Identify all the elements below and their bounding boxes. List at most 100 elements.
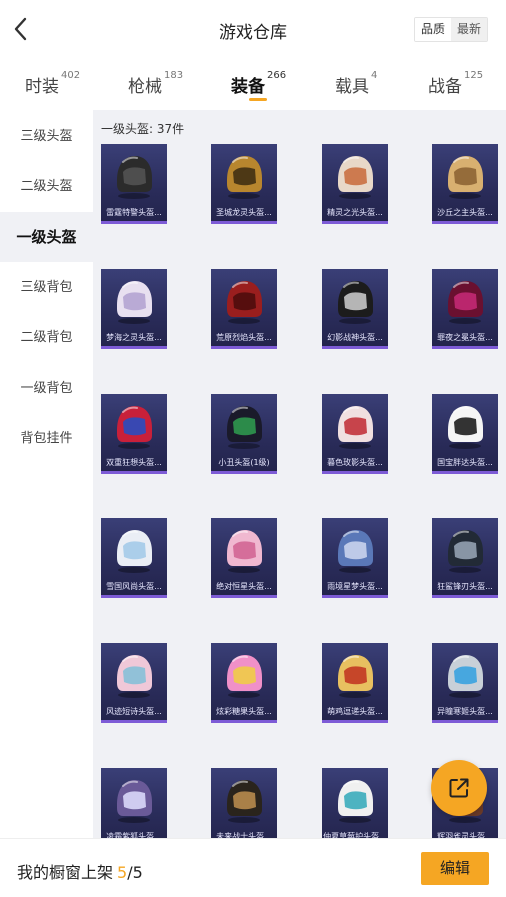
item-name: 雪国风尚头盔... <box>106 582 162 591</box>
edit-button[interactable]: 编辑 <box>421 852 489 885</box>
item-card[interactable]: 炫彩糖果头盔... <box>211 643 277 723</box>
helmet-icon <box>227 406 262 449</box>
helmet-icon <box>448 530 483 573</box>
helmet-icon <box>227 780 262 823</box>
helmet-icon <box>338 530 373 573</box>
tab-label: 载具 <box>335 77 369 97</box>
item-card[interactable]: 凌霜紫狐头盔... <box>101 768 167 840</box>
item-card[interactable]: 仲夏草莓护头盔... <box>322 768 388 840</box>
helmet-icon <box>117 530 152 573</box>
item-name: 小丑头盔(1级) <box>218 458 270 467</box>
item-card[interactable]: 沙丘之主头盔... <box>432 144 498 224</box>
item-card[interactable]: 幻影战神头盔... <box>322 269 388 349</box>
item-card[interactable]: 雨境星梦头盔... <box>322 518 388 598</box>
item-card[interactable]: 雷霆特警头盔... <box>101 144 167 224</box>
tab-count: 402 <box>61 70 81 81</box>
helmet-icon <box>117 655 152 698</box>
tab-count: 183 <box>164 70 184 81</box>
tab-equipment[interactable]: 装备266 <box>231 70 287 97</box>
showcase-label: 我的橱窗上架 <box>17 863 114 882</box>
helmet-icon <box>448 655 483 698</box>
item-name: 炫彩糖果头盔... <box>216 707 272 716</box>
helmet-icon <box>338 406 373 449</box>
helmet-icon <box>117 156 152 199</box>
item-card[interactable]: 精灵之光头盔... <box>322 144 388 224</box>
helmet-icon <box>117 281 152 324</box>
showcase-total-count: /5 <box>127 863 143 882</box>
item-card[interactable]: 萌鸡逗递头盔... <box>322 643 388 723</box>
item-name: 罪夜之冕头盔... <box>437 333 493 342</box>
item-card[interactable]: 未来战士头盔... <box>211 768 277 840</box>
helmet-icon <box>117 780 152 823</box>
helmet-icon <box>338 281 373 324</box>
showcase-bar: 我的橱窗上架 5/5 编辑 <box>0 838 506 897</box>
item-name: 异瞳寒姬头盔... <box>437 707 493 716</box>
item-name: 萌鸡逗递头盔... <box>327 707 383 716</box>
share-button[interactable] <box>431 760 487 816</box>
item-name: 狂鲨锋刃头盔... <box>437 582 493 591</box>
tab-count: 125 <box>464 70 484 81</box>
tab-fashion[interactable]: 时装402 <box>25 70 81 97</box>
tab-vehicles[interactable]: 载具4 <box>335 70 378 97</box>
header: 游戏仓库 品质 最新 <box>0 0 506 60</box>
tab-count: 4 <box>371 70 378 81</box>
showcase-current-count: 5 <box>117 863 128 882</box>
external-link-icon <box>449 778 469 798</box>
item-card[interactable]: 荒原烈焰头盔... <box>211 269 277 349</box>
sort-toggle: 品质 最新 <box>414 17 488 42</box>
item-card[interactable]: 圣城龙灵头盔... <box>211 144 277 224</box>
item-name: 沙丘之主头盔... <box>437 208 493 217</box>
helmet-icon <box>117 406 152 449</box>
item-name: 雷霆特警头盔... <box>106 208 162 217</box>
helmet-icon <box>338 655 373 698</box>
tab-firearms[interactable]: 枪械183 <box>128 70 184 97</box>
helmet-icon <box>227 156 262 199</box>
helmet-icon <box>448 156 483 199</box>
item-name: 暮色玫影头盔... <box>327 458 383 467</box>
helmet-icon <box>448 406 483 449</box>
item-card[interactable]: 罪夜之冕头盔... <box>432 269 498 349</box>
sidebar-item-backpack-charm[interactable]: 背包挂件 <box>0 414 93 464</box>
tab-label: 时装 <box>25 77 59 97</box>
item-name: 幻影战神头盔... <box>327 333 383 342</box>
helmet-icon <box>227 530 262 573</box>
item-grid-panel: 一级头盔: 37件 雷霆特警头盔... 圣城龙灵头盔... 精灵之光头盔... 沙丘之… <box>93 110 506 840</box>
item-name: 荒原烈焰头盔... <box>216 333 272 342</box>
item-card[interactable]: 绝对恒星头盔... <box>211 518 277 598</box>
item-name: 风迹短诗头盔... <box>106 707 162 716</box>
helmet-icon <box>227 281 262 324</box>
item-name: 梦海之灵头盔... <box>106 333 162 342</box>
helmet-icon <box>338 156 373 199</box>
item-card[interactable]: 异瞳寒姬头盔... <box>432 643 498 723</box>
item-card[interactable]: 双重狂想头盔... <box>101 394 167 474</box>
item-card[interactable]: 暮色玫影头盔... <box>322 394 388 474</box>
helmet-icon <box>448 281 483 324</box>
helmet-icon <box>338 780 373 823</box>
item-card[interactable]: 梦海之灵头盔... <box>101 269 167 349</box>
item-card[interactable]: 国宝胖达头盔... <box>432 394 498 474</box>
item-count-label: 一级头盔: 37件 <box>101 122 185 136</box>
item-card[interactable]: 狂鲨锋刃头盔... <box>432 518 498 598</box>
item-name: 绝对恒星头盔... <box>216 582 272 591</box>
showcase-status: 我的橱窗上架 5/5 <box>17 859 143 883</box>
sidebar-item-level1-backpack[interactable]: 一级背包 <box>0 364 93 414</box>
category-tabs: 时装402 枪械183 装备266 载具4 战备125 <box>0 62 506 110</box>
sidebar-item-level3-helmet[interactable]: 三级头盔 <box>0 112 93 162</box>
sort-by-newest-button[interactable]: 最新 <box>451 18 487 41</box>
tab-count: 266 <box>267 70 287 81</box>
sidebar-item-level2-helmet[interactable]: 二级头盔 <box>0 162 93 212</box>
item-card[interactable]: 雪国风尚头盔... <box>101 518 167 598</box>
item-name: 双重狂想头盔... <box>106 458 162 467</box>
tab-label: 战备 <box>428 77 462 97</box>
sidebar-item-level2-backpack[interactable]: 二级背包 <box>0 313 93 363</box>
sidebar-item-level3-backpack[interactable]: 三级背包 <box>0 263 93 313</box>
sort-by-quality-button[interactable]: 品质 <box>415 18 451 41</box>
active-tab-indicator <box>249 98 267 101</box>
item-name: 国宝胖达头盔... <box>437 458 493 467</box>
item-name: 雨境星梦头盔... <box>327 582 383 591</box>
sidebar-item-level1-helmet[interactable]: 一级头盔 <box>0 212 93 262</box>
item-card[interactable]: 小丑头盔(1级) <box>211 394 277 474</box>
tab-supplies[interactable]: 战备125 <box>428 70 484 97</box>
item-card[interactable]: 风迹短诗头盔... <box>101 643 167 723</box>
item-name: 精灵之光头盔... <box>327 208 383 217</box>
